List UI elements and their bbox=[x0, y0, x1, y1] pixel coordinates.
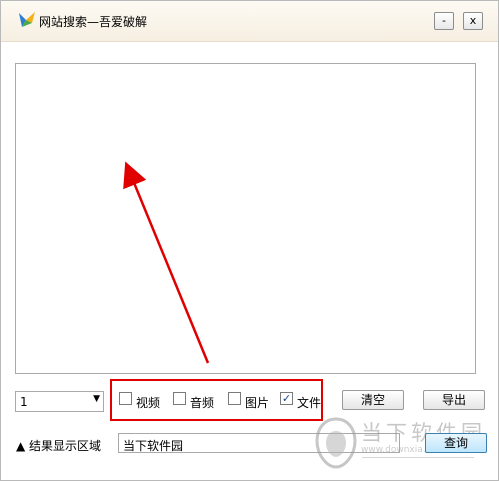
clear-button[interactable]: 清空 bbox=[342, 390, 404, 410]
filter-audio-label: 音频 bbox=[190, 396, 215, 410]
dropdown-arrow-icon: ▼ bbox=[93, 394, 100, 404]
search-input[interactable]: 当下软件园 bbox=[118, 433, 400, 453]
filter-video-checkbox[interactable] bbox=[119, 392, 132, 405]
footer-divider bbox=[362, 457, 474, 458]
filter-image-label: 图片 bbox=[245, 396, 270, 410]
filter-audio-checkbox[interactable] bbox=[173, 392, 186, 405]
results-section-label: ▲ 结果显示区域 bbox=[16, 439, 102, 453]
result-count-select[interactable]: 1 ▼ bbox=[15, 391, 104, 412]
filter-file-checkbox[interactable]: ✓ bbox=[280, 392, 293, 405]
query-button[interactable]: 查询 bbox=[425, 433, 487, 453]
result-count-value: 1 bbox=[20, 395, 28, 409]
filter-video-label: 视频 bbox=[136, 396, 161, 410]
checkmark-icon: ✓ bbox=[281, 392, 292, 405]
filter-file-label: 文件 bbox=[297, 396, 322, 410]
search-input-value: 当下软件园 bbox=[123, 439, 184, 453]
filter-image-checkbox[interactable] bbox=[228, 392, 241, 405]
export-button[interactable]: 导出 bbox=[423, 390, 485, 410]
app-window: 网站搜索—吾爱破解 - x 1 ▼ 视频 音频 图片 ✓ 文件 清空 导出 ▲ … bbox=[0, 0, 499, 481]
